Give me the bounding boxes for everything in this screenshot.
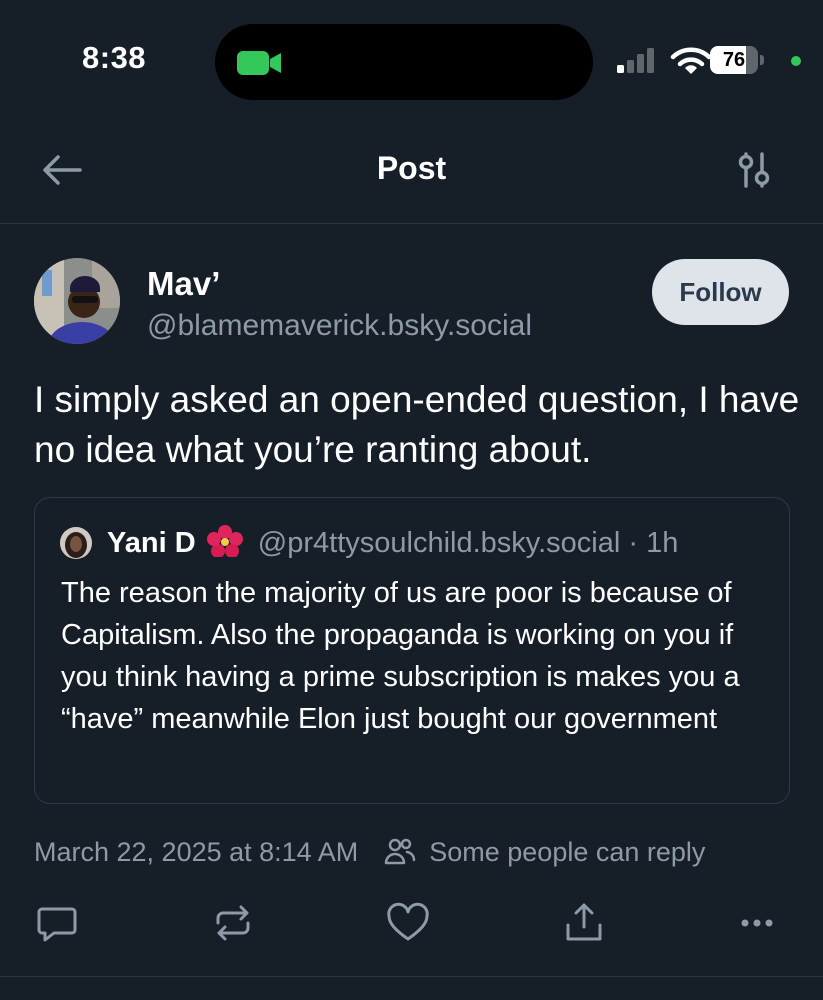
thread-settings-button[interactable] (732, 148, 776, 192)
quoted-post-age: 1h (646, 527, 679, 559)
status-bar: 8:38 76 (0, 0, 823, 120)
author-handle[interactable]: @blamemaverick.bsky.social (147, 309, 532, 343)
post-screen: 8:38 76 Post Mav’ @blamemaverick.bsky.so… (0, 0, 823, 1000)
facetime-camera-icon (237, 51, 281, 75)
repost-button[interactable] (210, 901, 256, 945)
battery-icon: 76 (710, 46, 766, 76)
quoted-post[interactable]: Yani D @pr4ttysoulchild.bsky.social · 1h… (34, 497, 790, 804)
status-icons: 76 (614, 44, 814, 78)
heart-icon (387, 902, 429, 941)
cellular-signal-icon (617, 48, 654, 73)
more-icon (741, 919, 773, 927)
repost-icon (216, 905, 250, 941)
author-avatar[interactable] (34, 258, 120, 344)
dynamic-island (215, 24, 593, 100)
reply-button[interactable] (34, 901, 80, 945)
quoted-post-meta: Yani D @pr4ttysoulchild.bsky.social · 1h (107, 525, 678, 560)
meta-separator: · (620, 527, 647, 559)
battery-level: 76 (722, 49, 746, 71)
more-options-button[interactable] (736, 901, 782, 945)
privacy-indicator-dot (791, 56, 801, 66)
author-display-name[interactable]: Mav’ (147, 265, 220, 303)
hibiscus-emoji-icon (206, 525, 243, 557)
quoted-author-avatar (60, 527, 92, 559)
nav-header: Post (0, 120, 823, 224)
divider (0, 976, 823, 977)
status-time: 8:38 (82, 40, 147, 75)
follow-button[interactable]: Follow (652, 259, 789, 325)
share-button[interactable] (561, 901, 607, 945)
quoted-author-name: Yani D (107, 527, 196, 559)
page-title: Post (376, 150, 447, 186)
post-timestamp: March 22, 2025 at 8:14 AM (34, 837, 359, 867)
people-icon (384, 838, 415, 865)
wifi-icon (670, 47, 712, 74)
quoted-author-handle: @pr4ttysoulchild.bsky.social (257, 527, 621, 559)
share-icon (566, 903, 602, 941)
reply-setting[interactable]: Some people can reply (429, 837, 705, 867)
like-button[interactable] (385, 901, 431, 945)
post-text: I simply asked an open-ended question, I… (34, 379, 800, 470)
post-meta-row: March 22, 2025 at 8:14 AM Some people ca… (34, 837, 705, 873)
quoted-post-text: The reason the majority of us are poor i… (61, 577, 740, 735)
post-actions (0, 897, 823, 949)
sliders-icon (738, 152, 770, 188)
reply-icon (37, 907, 77, 942)
